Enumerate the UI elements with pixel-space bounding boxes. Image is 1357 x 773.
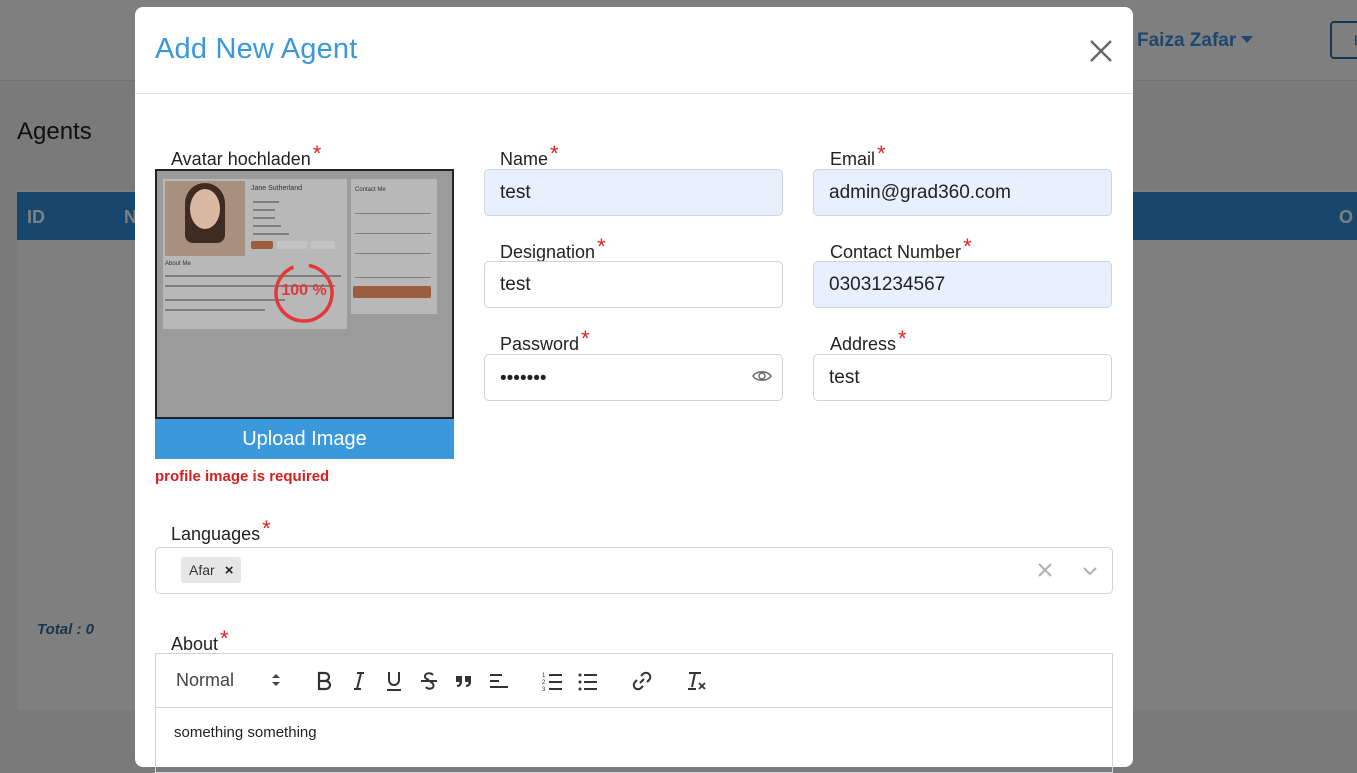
contact-label-text: Contact Number <box>830 242 962 262</box>
preview-button <box>251 241 273 249</box>
add-agent-modal: Add New Agent Avatar hochladen* Jane Sut… <box>135 7 1133 773</box>
chip-remove-icon[interactable]: × <box>225 562 234 579</box>
modal-header: Add New Agent <box>135 7 1133 94</box>
editor-toolbar: Normal 123 <box>156 654 1112 708</box>
required-marker: * <box>220 626 229 651</box>
preview-line <box>253 209 275 211</box>
required-marker: * <box>877 141 886 166</box>
address-label-text: Address <box>830 334 897 354</box>
avatar-label-text: Avatar hochladen <box>171 149 311 169</box>
blockquote-icon[interactable] <box>452 669 476 693</box>
avatar-error-message: profile image is required <box>155 468 330 485</box>
required-marker: * <box>550 141 559 166</box>
languages-select[interactable]: Afar × <box>155 547 1113 594</box>
designation-label: Designation* <box>500 234 606 263</box>
preview-about: About Me <box>165 261 191 267</box>
preview-line <box>355 233 431 234</box>
eye-icon[interactable] <box>752 368 772 384</box>
preview-line <box>355 253 431 254</box>
preview-line <box>165 309 265 311</box>
modal-title: Add New Agent <box>155 33 358 65</box>
designation-input[interactable] <box>484 261 783 308</box>
align-icon[interactable] <box>487 669 511 693</box>
ordered-list-icon[interactable]: 123 <box>541 669 565 693</box>
chevron-down-icon[interactable] <box>1081 562 1099 580</box>
preview-line <box>355 277 431 278</box>
preview-line <box>253 225 281 227</box>
editor-content[interactable]: something something <box>174 724 317 741</box>
svg-text:2: 2 <box>542 680 546 686</box>
svg-text:1: 1 <box>542 673 546 679</box>
required-marker: * <box>581 326 590 351</box>
about-rich-text-editor: Normal 123 something something <box>155 653 1113 773</box>
email-label: Email* <box>830 141 886 170</box>
language-chip: Afar × <box>181 557 242 583</box>
close-button[interactable] <box>1085 35 1117 67</box>
password-label-text: Password <box>500 334 580 354</box>
required-marker: * <box>312 141 322 166</box>
required-marker: * <box>262 516 271 541</box>
avatar-label: Avatar hochladen* <box>171 141 321 170</box>
about-label-text: About <box>171 634 219 654</box>
language-chip-label: Afar <box>189 562 215 578</box>
strikethrough-icon[interactable] <box>417 669 441 693</box>
preview-line <box>253 201 279 203</box>
contact-number-input[interactable] <box>813 261 1112 308</box>
underline-icon[interactable] <box>382 669 406 693</box>
address-input[interactable] <box>813 354 1112 401</box>
languages-label: Languages* <box>171 516 271 545</box>
email-label-text: Email <box>830 149 876 169</box>
close-icon <box>1090 40 1112 62</box>
password-value: ••••••• <box>500 368 547 389</box>
contact-number-label: Contact Number* <box>830 234 972 263</box>
preview-button <box>277 241 307 249</box>
preview-contact: Contact Me <box>355 187 386 193</box>
email-input[interactable] <box>813 169 1112 216</box>
preview-line <box>253 233 289 235</box>
required-marker: * <box>898 326 907 351</box>
password-input[interactable]: ••••••• <box>484 354 783 401</box>
name-label-text: Name <box>500 149 549 169</box>
preview-photo <box>165 181 245 256</box>
link-icon[interactable] <box>630 669 654 693</box>
preview-line <box>165 299 285 301</box>
about-label: About* <box>171 626 229 655</box>
preview-button <box>353 286 431 298</box>
clear-formatting-icon[interactable] <box>684 669 708 693</box>
name-label: Name* <box>500 141 559 170</box>
preview-line <box>355 213 431 214</box>
bold-icon[interactable] <box>312 669 336 693</box>
select-arrows-icon <box>272 674 280 686</box>
required-marker: * <box>963 234 972 259</box>
password-label: Password* <box>500 326 590 355</box>
upload-image-button[interactable]: Upload Image <box>155 419 454 459</box>
italic-icon[interactable] <box>347 669 371 693</box>
languages-label-text: Languages <box>171 524 261 544</box>
address-label: Address* <box>830 326 907 355</box>
clear-selection-icon[interactable] <box>1036 561 1054 579</box>
name-input[interactable] <box>484 169 783 216</box>
preview-face <box>190 189 220 229</box>
preview-button <box>311 241 335 249</box>
designation-label-text: Designation <box>500 242 596 262</box>
avatar-upload[interactable]: Jane Sutherland About Me Contact Me 100 … <box>155 169 454 459</box>
upload-progress-text: 100 % <box>281 282 327 299</box>
bullet-list-icon[interactable] <box>576 669 600 693</box>
format-select[interactable]: Normal <box>176 670 234 691</box>
preview-name: Jane Sutherland <box>251 185 302 192</box>
svg-text:3: 3 <box>542 687 546 693</box>
required-marker: * <box>597 234 606 259</box>
preview-line <box>253 217 275 219</box>
